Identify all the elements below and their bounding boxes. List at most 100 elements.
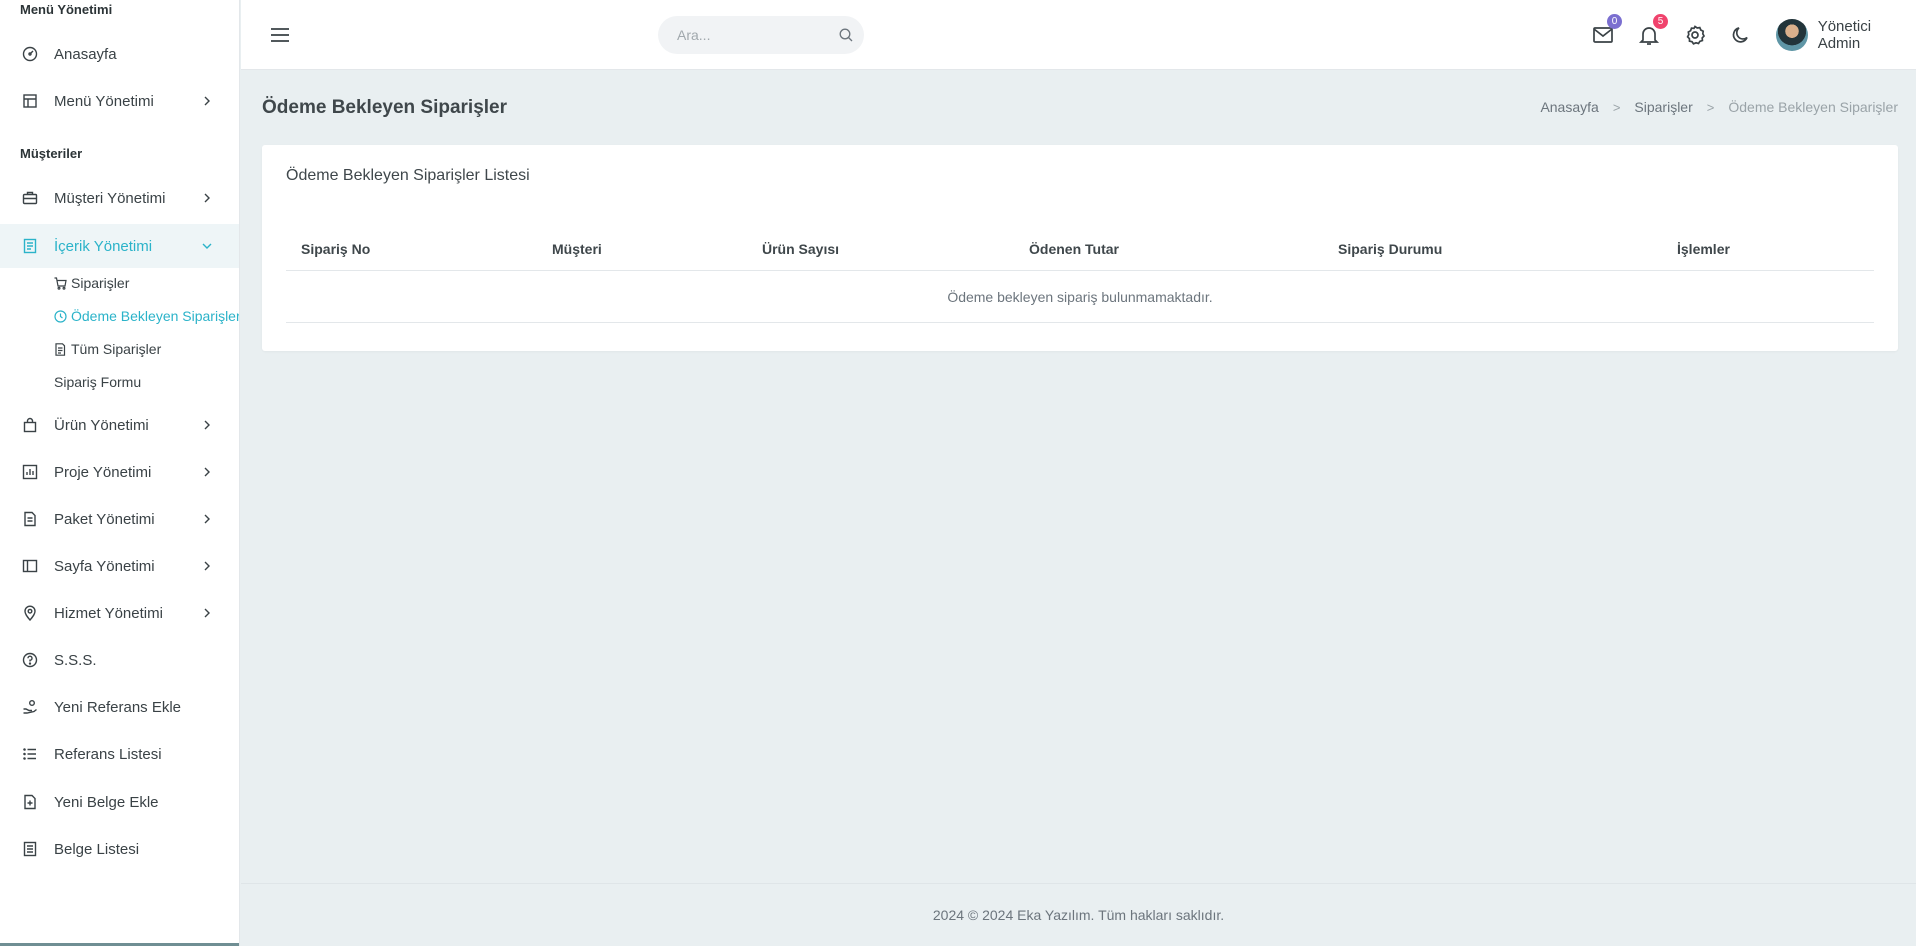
chevron-right-icon [200, 94, 214, 108]
file-plus-icon [21, 793, 39, 811]
briefcase-icon [21, 189, 39, 207]
column-header-product-count: Ürün Sayısı [762, 241, 840, 257]
sidebar-item-project-management[interactable]: Proje Yönetimi [0, 450, 239, 494]
sidebar-item-menu-management[interactable]: Menü Yönetimi [0, 79, 239, 123]
chevron-right-icon [200, 418, 214, 432]
sidebar: Menü Yönetimi Anasayfa Menü Yönetimi Müş… [0, 0, 240, 946]
sidebar-item-label: Yeni Referans Ekle [54, 698, 182, 716]
sidebar-subitem-order-form[interactable]: Sipariş Formu [54, 367, 141, 397]
sidebar-section-title: Müşteriler [20, 146, 83, 161]
theme-toggle-button[interactable] [1730, 24, 1752, 46]
sidebar-subitem-label: Sipariş Formu [54, 374, 142, 390]
sidebar-item-new-reference[interactable]: Yeni Referans Ekle [0, 685, 239, 729]
sidebar-item-label: Belge Listesi [54, 840, 140, 858]
chevron-right-icon [200, 559, 214, 573]
mail-button[interactable]: 0 [1592, 14, 1622, 46]
page-title: Ödeme Bekleyen Siparişler [262, 97, 508, 118]
sidebar-item-label: Yeni Belge Ekle [54, 793, 159, 811]
chevron-right-icon [200, 512, 214, 526]
chevron-right-icon [200, 465, 214, 479]
clock-icon [54, 309, 67, 323]
column-header-order-status: Sipariş Durumu [1338, 241, 1443, 257]
user-name: Yönetici Admin [1817, 18, 1872, 52]
footer-copyright: 2024 © 2024 Eka Yazılım. Tüm hakları sak… [932, 907, 1225, 923]
sidebar-item-label: Müşteri Yönetimi [54, 189, 166, 207]
sidebar-subitem-all-orders[interactable]: Tüm Siparişler [54, 334, 161, 364]
sidebar-subitem-label: Ödeme Bekleyen Siparişler [71, 308, 240, 324]
moon-icon [1732, 27, 1748, 43]
column-header-actions: İşlemler [1677, 241, 1730, 257]
sidebar-item-label: Referans Listesi [54, 745, 162, 763]
chevron-right-icon [200, 191, 214, 205]
settings-button[interactable] [1684, 24, 1706, 46]
sidebar-item-service-management[interactable]: Hizmet Yönetimi [0, 591, 239, 635]
user-menu[interactable]: Yönetici Admin [1776, 18, 1916, 52]
sidebar-item-document-list[interactable]: Belge Listesi [0, 827, 239, 871]
sidebar-item-reference-list[interactable]: Referans Listesi [0, 732, 239, 776]
sidebar-item-page-management[interactable]: Sayfa Yönetimi [0, 544, 239, 588]
bar-chart-icon [21, 463, 39, 481]
sidebar-item-label: Sayfa Yönetimi [54, 557, 155, 575]
breadcrumb-separator-icon: > [1706, 99, 1715, 115]
sidebar-subitem-label: Tüm Siparişler [71, 341, 162, 357]
file-list-icon [21, 840, 39, 858]
breadcrumb-separator-icon: > [1612, 99, 1621, 115]
avatar [1776, 19, 1808, 51]
sidebar-item-label: Menü Yönetimi [54, 92, 154, 110]
orders-card: Ödeme Bekleyen Siparişler Listesi Sipari… [262, 145, 1898, 351]
footer: 2024 © 2024 Eka Yazılım. Tüm hakları sak… [241, 883, 1916, 946]
notification-button[interactable]: 5 [1638, 14, 1668, 46]
gear-icon [1686, 25, 1706, 45]
search-icon[interactable] [839, 28, 853, 42]
sidebar-item-label: Ürün Yönetimi [54, 416, 149, 434]
column-header-customer: Müşteri [552, 241, 602, 257]
sidebar-item-label: İçerik Yönetimi [54, 237, 153, 255]
sidebar-item-label: Anasayfa [54, 45, 117, 63]
cart-icon [54, 276, 67, 290]
sidebar-item-label: S.S.S. [54, 651, 97, 669]
orders-table: Sipariş No Müşteri Ürün Sayısı Ödenen Tu… [286, 227, 1874, 323]
sidebar-item-new-document[interactable]: Yeni Belge Ekle [0, 780, 239, 824]
breadcrumb-orders-link[interactable]: Siparişler [1634, 99, 1692, 115]
sidebar-section-title: Menü Yönetimi [20, 2, 113, 17]
sidebar-item-content-management[interactable]: İçerik Yönetimi [0, 224, 239, 268]
sidebar-subitem-orders[interactable]: Siparişler [54, 268, 129, 298]
column-header-paid-amount: Ödenen Tutar [1029, 241, 1119, 257]
menu-toggle-icon[interactable] [270, 25, 290, 45]
dashboard-icon [21, 45, 39, 63]
document-list-icon [21, 237, 39, 255]
table-header: Sipariş No Müşteri Ürün Sayısı Ödenen Tu… [286, 227, 1874, 271]
sidebar-item-faq[interactable]: S.S.S. [0, 638, 239, 682]
sidebar-item-label: Hizmet Yönetimi [54, 604, 163, 622]
sidebar-subitem-pending-payment-orders[interactable]: Ödeme Bekleyen Siparişler [54, 301, 240, 331]
map-pin-icon [21, 604, 39, 622]
file-text-icon [21, 510, 39, 528]
chevron-down-icon [200, 239, 214, 253]
breadcrumb: Anasayfa > Siparişler > Ödeme Bekleyen S… [1540, 99, 1898, 115]
sidebar-item-customer-management[interactable]: Müşteri Yönetimi [0, 176, 239, 220]
search-input[interactable] [658, 27, 828, 43]
shopping-bag-icon [21, 416, 39, 434]
list-icon [21, 745, 39, 763]
empty-table-message: Ödeme bekleyen sipariş bulunmamaktadır. [286, 271, 1874, 323]
breadcrumb-home-link[interactable]: Anasayfa [1540, 99, 1598, 115]
breadcrumb-current: Ödeme Bekleyen Siparişler [1728, 99, 1898, 115]
search-box [658, 16, 864, 54]
receipt-icon [54, 342, 67, 356]
mail-count-badge: 0 [1607, 14, 1622, 29]
sidebar-item-product-management[interactable]: Ürün Yönetimi [0, 403, 239, 447]
notification-count-badge: 5 [1653, 14, 1668, 29]
column-header-order-no: Sipariş No [301, 241, 371, 257]
sidebar-item-label: Paket Yönetimi [54, 510, 155, 528]
chevron-right-icon [200, 606, 214, 620]
topbar: 0 5 Yönetici Admin [241, 0, 1916, 70]
sidebar-subitem-label: Siparişler [71, 275, 130, 291]
layout-icon [21, 92, 39, 110]
question-circle-icon [21, 651, 39, 669]
sidebar-item-package-management[interactable]: Paket Yönetimi [0, 497, 239, 541]
sidebar-item-home[interactable]: Anasayfa [0, 32, 239, 76]
sidebar-item-label: Proje Yönetimi [54, 463, 152, 481]
hand-coins-icon [21, 698, 39, 716]
card-title: Ödeme Bekleyen Siparişler Listesi [286, 167, 530, 184]
sidebar-layout-icon [21, 557, 39, 575]
